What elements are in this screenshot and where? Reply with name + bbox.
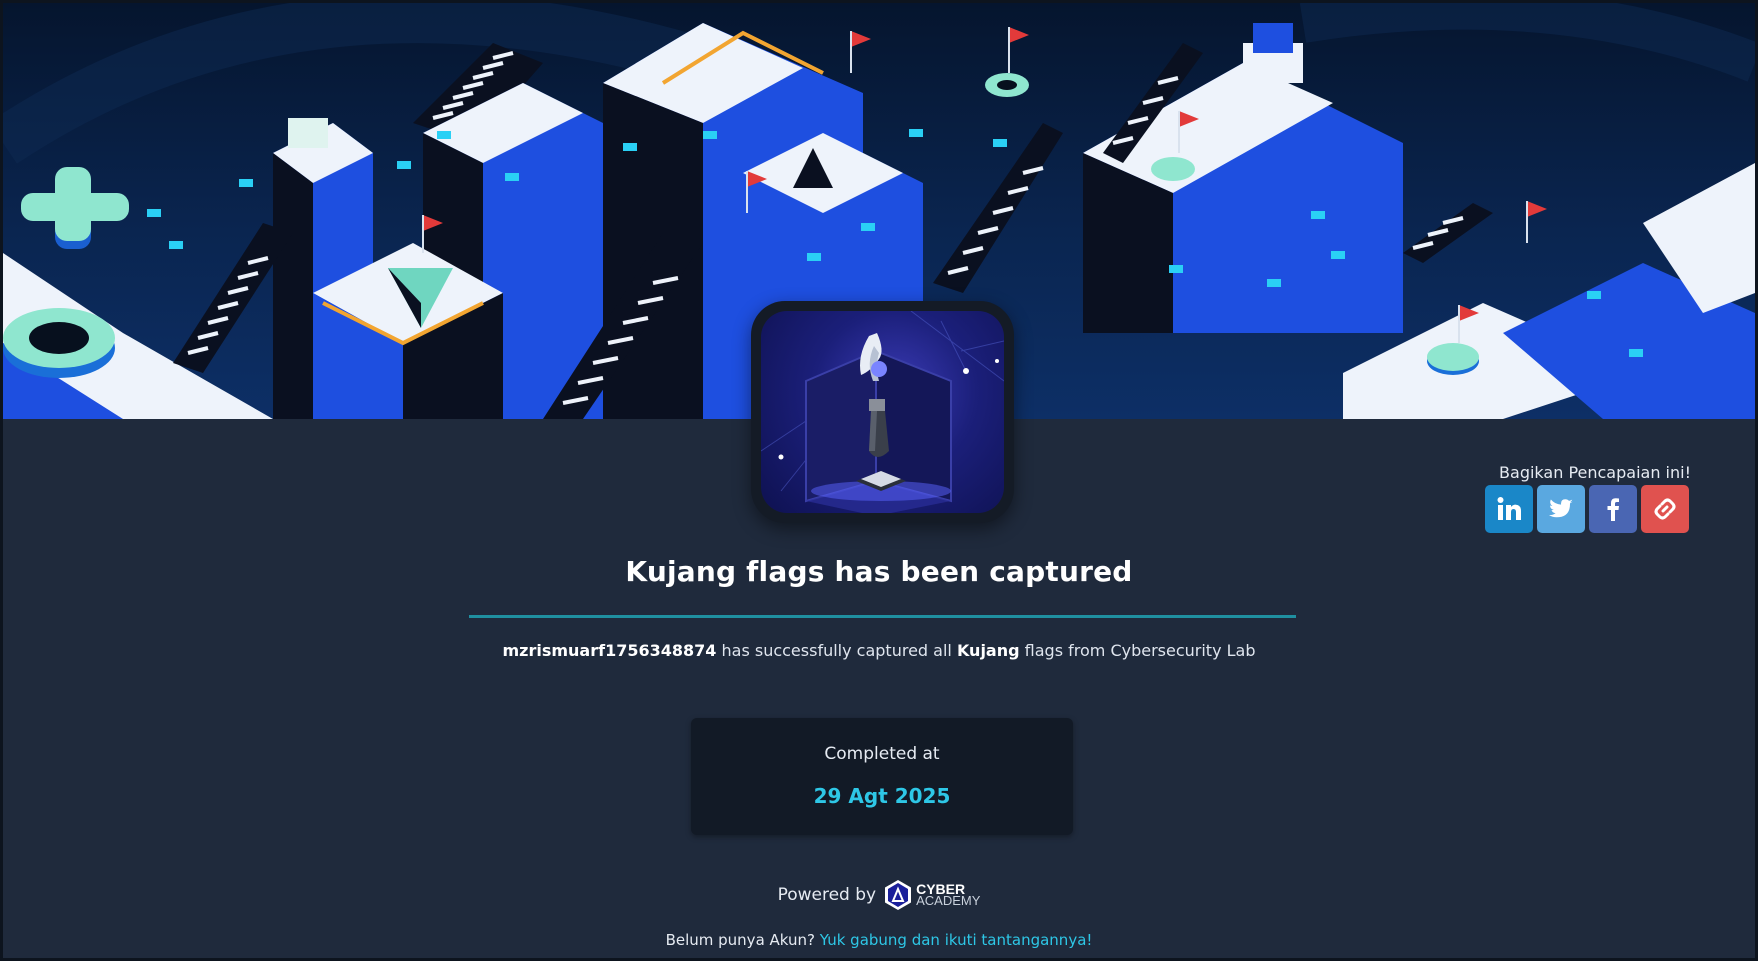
kujang-icon [761, 311, 1004, 513]
linkedin-icon [1497, 497, 1521, 520]
share-label: Bagikan Pencapaian ini! [1499, 463, 1691, 482]
cyber-academy-logo[interactable]: CYBER ACADEMY [884, 879, 980, 911]
title-divider [469, 615, 1296, 618]
completed-card: Completed at 29 Agt 2025 [691, 718, 1073, 835]
desc-end: flags from Cybersecurity Lab [1019, 641, 1256, 660]
flag-name: Kujang [956, 641, 1020, 660]
share-buttons [1485, 485, 1689, 533]
link-icon [1654, 498, 1676, 520]
achievement-description: mzrismuarf1756348874 has successfully ca… [3, 641, 1755, 660]
completed-label: Completed at [824, 744, 940, 764]
twitter-icon [1549, 499, 1573, 518]
signup-prompt: Belum punya Akun? Yuk gabung dan ikuti t… [3, 931, 1755, 949]
share-facebook-button[interactable] [1589, 485, 1637, 533]
share-linkedin-button[interactable] [1485, 485, 1533, 533]
facebook-icon [1607, 498, 1619, 521]
logo-line2: ACADEMY [916, 893, 981, 908]
signup-prompt-text: Belum punya Akun? [665, 931, 815, 949]
desc-middle: has successfully captured all [716, 641, 957, 660]
share-twitter-button[interactable] [1537, 485, 1585, 533]
username: mzrismuarf1756348874 [502, 641, 717, 660]
achievement-page: Bagikan Pencapaian ini! Kujang flags has… [0, 0, 1758, 961]
copy-link-button[interactable] [1641, 485, 1689, 533]
kujang-badge-image [761, 311, 1004, 513]
achievement-badge [751, 301, 1014, 523]
signup-link[interactable]: Yuk gabung dan ikuti tantangannya! [820, 931, 1093, 949]
completed-date: 29 Agt 2025 [813, 784, 951, 808]
cyber-academy-logo-icon [885, 880, 912, 910]
powered-label: Powered by [777, 885, 877, 905]
powered-by: Powered by CYBER ACADEMY [3, 879, 1755, 911]
achievement-title: Kujang flags has been captured [625, 555, 1133, 588]
